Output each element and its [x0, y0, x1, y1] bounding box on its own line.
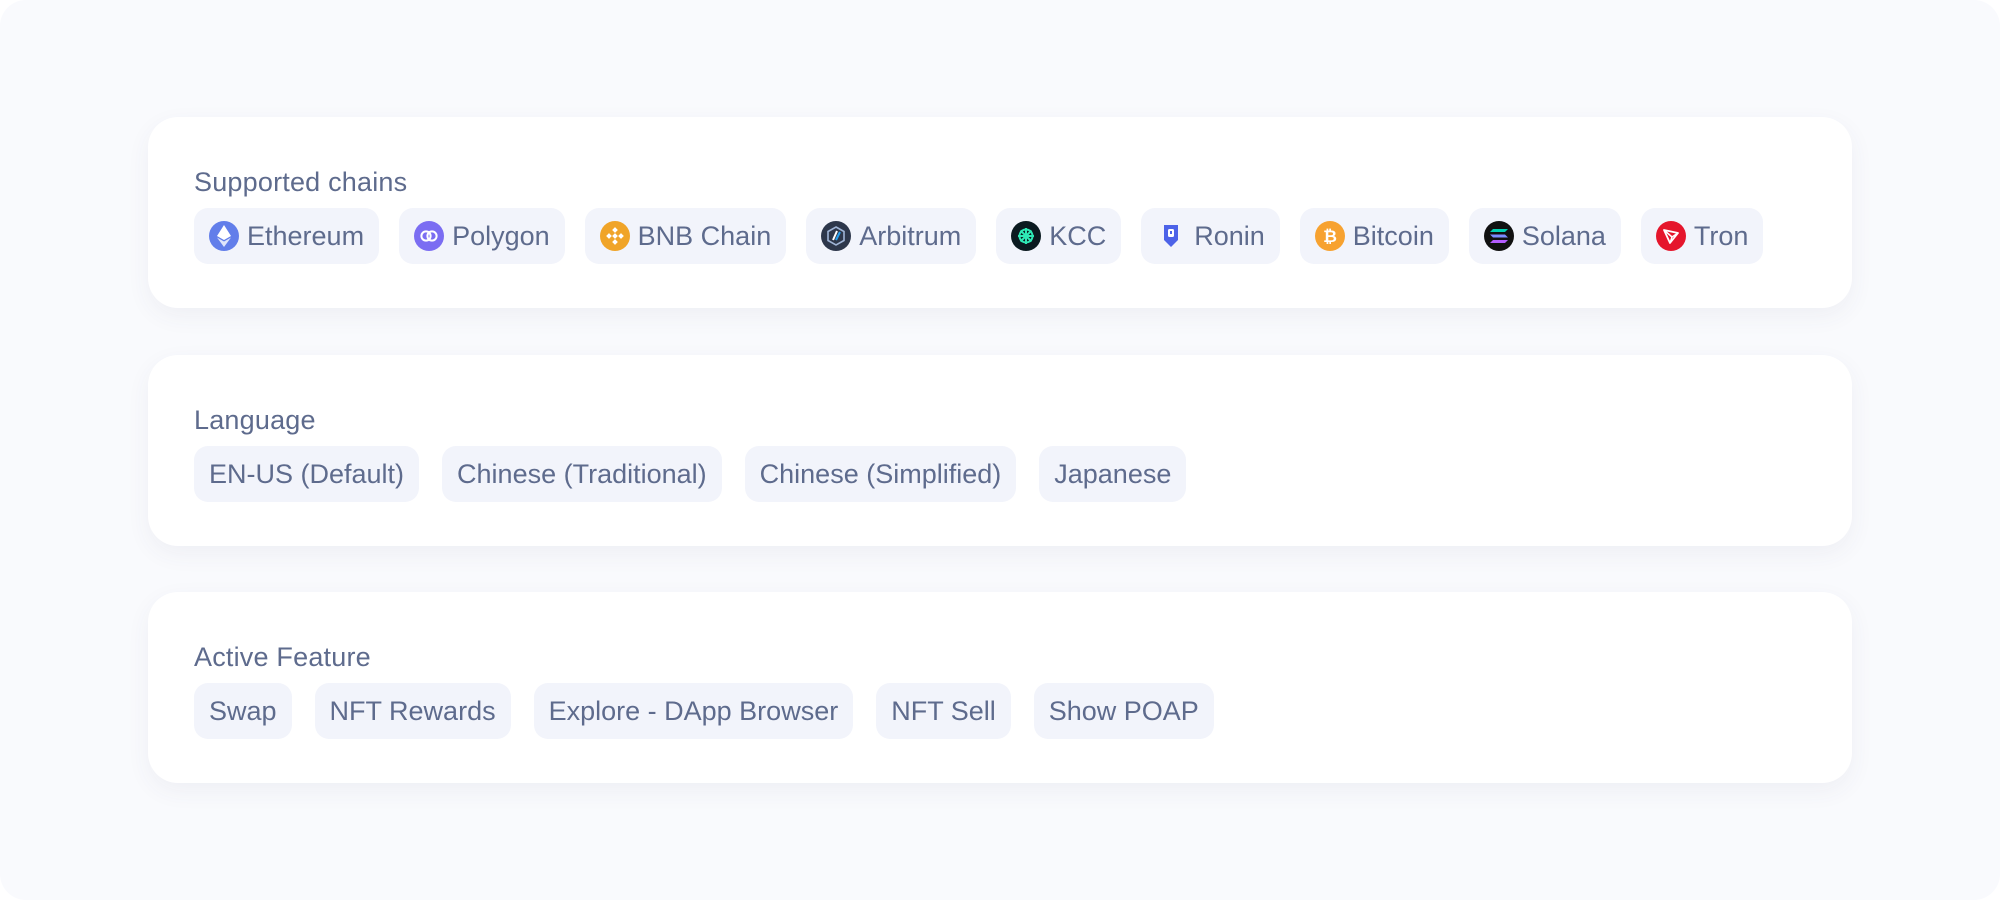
feature-chip-explore-dapp-browser[interactable]: Explore - DApp Browser — [533, 683, 854, 739]
chain-label: Polygon — [452, 220, 550, 251]
chain-chip-kcc[interactable]: KCC — [996, 208, 1122, 264]
svg-text:₿: ₿ — [1323, 227, 1337, 246]
bnb-chain-icon — [599, 221, 630, 251]
chain-label: Arbitrum — [859, 220, 962, 251]
chain-chip-ethereum[interactable]: Ethereum — [194, 208, 380, 264]
arbitrum-icon — [821, 221, 852, 251]
supported-chains-list: Ethereum Polygon BNB Chain Arbitrum KCC … — [194, 208, 1764, 264]
chain-label: Tron — [1693, 220, 1749, 251]
language-card: Language EN-US (Default) Chinese (Tradit… — [148, 355, 1852, 546]
chain-chip-arbitrum[interactable]: Arbitrum — [806, 208, 977, 264]
chain-label: Solana — [1521, 220, 1606, 251]
supported-chains-card: Supported chains Ethereum Polygon BNB Ch… — [148, 117, 1852, 308]
feature-chip-swap[interactable]: Swap — [194, 683, 292, 739]
feature-chip-show-poap[interactable]: Show POAP — [1033, 683, 1214, 739]
page-frame: Supported chains Ethereum Polygon BNB Ch… — [0, 0, 2000, 900]
polygon-icon — [414, 221, 445, 251]
chain-chip-bnb-chain[interactable]: BNB Chain — [584, 208, 787, 264]
active-feature-list: Swap NFT Rewards Explore - DApp Browser … — [194, 683, 1214, 739]
feature-chip-nft-rewards[interactable]: NFT Rewards — [314, 683, 511, 739]
chain-chip-ronin[interactable]: Ronin — [1141, 208, 1280, 264]
chain-label: BNB Chain — [637, 220, 772, 251]
language-chip-chinese-simplified[interactable]: Chinese (Simplified) — [744, 446, 1017, 502]
language-chip-japanese[interactable]: Japanese — [1039, 446, 1187, 502]
solana-icon — [1483, 221, 1514, 251]
ethereum-icon — [209, 221, 239, 251]
chain-label: KCC — [1049, 220, 1107, 251]
chain-label: Bitcoin — [1352, 220, 1434, 251]
active-feature-card: Active Feature Swap NFT Rewards Explore … — [148, 592, 1852, 783]
language-list: EN-US (Default) Chinese (Traditional) Ch… — [194, 446, 1187, 502]
bitcoin-icon: ₿ — [1314, 221, 1345, 251]
kcc-icon — [1011, 221, 1042, 251]
chain-label: Ronin — [1194, 220, 1265, 251]
chain-chip-solana[interactable]: Solana — [1468, 208, 1621, 264]
tron-icon — [1655, 221, 1686, 251]
chain-chip-tron[interactable]: Tron — [1640, 208, 1764, 264]
active-feature-title: Active Feature — [194, 642, 371, 672]
chain-chip-bitcoin[interactable]: ₿ Bitcoin — [1299, 208, 1449, 264]
chain-chip-polygon[interactable]: Polygon — [399, 208, 565, 264]
language-title: Language — [194, 405, 316, 435]
chain-label: Ethereum — [247, 220, 365, 251]
supported-chains-title: Supported chains — [194, 167, 408, 197]
feature-chip-nft-sell[interactable]: NFT Sell — [876, 683, 1011, 739]
ronin-icon — [1156, 221, 1186, 251]
language-chip-chinese-traditional[interactable]: Chinese (Traditional) — [442, 446, 722, 502]
language-chip-en-us[interactable]: EN-US (Default) — [194, 446, 420, 502]
